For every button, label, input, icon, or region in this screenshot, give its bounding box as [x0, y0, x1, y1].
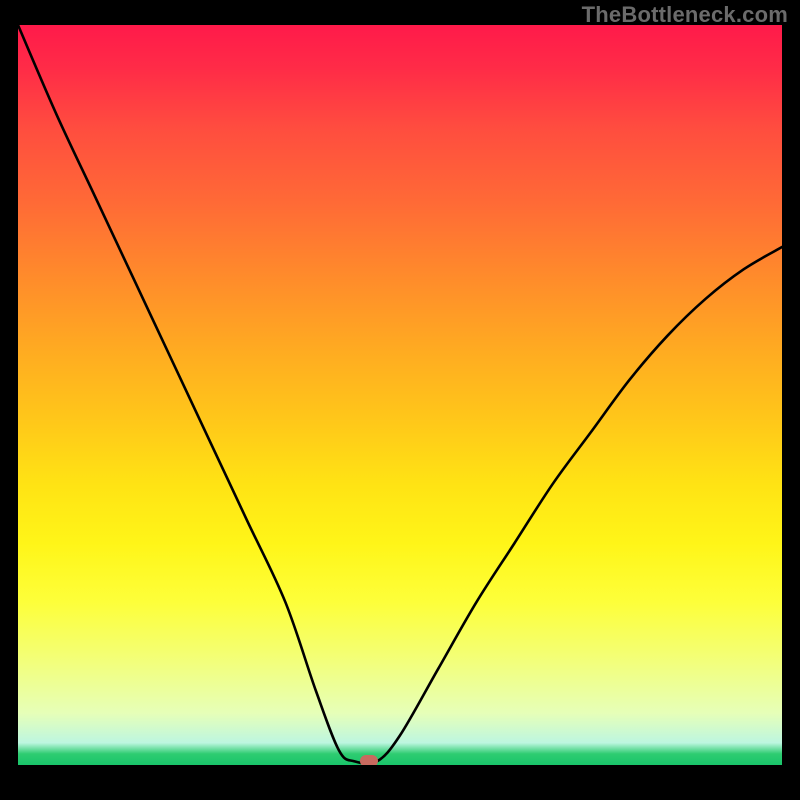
bottleneck-curve: [18, 25, 782, 765]
chart-frame: [18, 25, 782, 782]
plot-area: [18, 25, 782, 765]
curve-path: [18, 25, 782, 764]
optimal-point-marker: [360, 755, 378, 765]
bottom-frame-border: [18, 765, 782, 782]
